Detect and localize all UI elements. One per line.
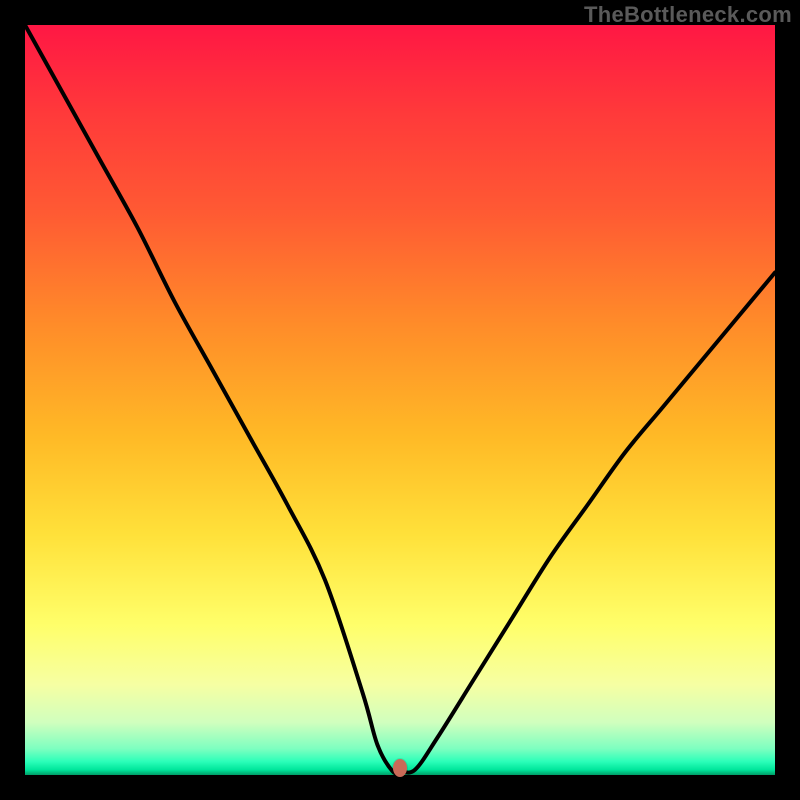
bottleneck-curve	[25, 25, 775, 775]
chart-frame: TheBottleneck.com	[0, 0, 800, 800]
watermark-text: TheBottleneck.com	[584, 2, 792, 28]
